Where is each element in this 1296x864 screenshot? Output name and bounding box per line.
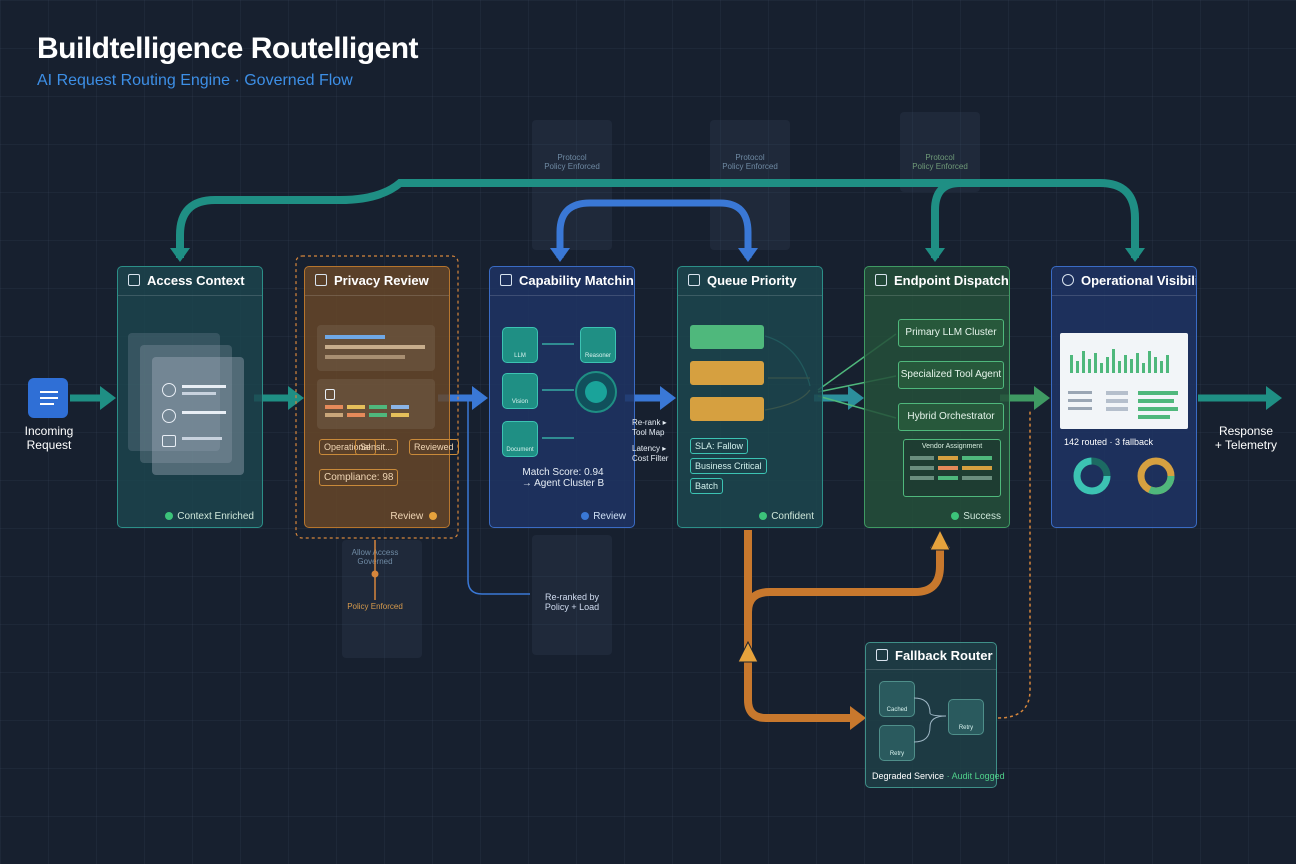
operational-visibility-header: Operational Visibility	[1052, 267, 1196, 296]
privacy-chip-reviewed[interactable]: Reviewed	[409, 439, 459, 455]
server-icon	[875, 274, 887, 286]
privacy-chip-sensitive[interactable]: Sensit...	[355, 439, 398, 455]
match-score: Match Score: 0.94 → Agent Cluster B	[521, 467, 605, 489]
queue-priority-panel[interactable]: Queue Priority SLA: Fallow Business Crit…	[677, 266, 823, 528]
queue-bar-standard	[690, 361, 764, 385]
code-icon	[162, 435, 176, 447]
destination-specialized-tool[interactable]: Specialized Tool Agent	[898, 361, 1004, 389]
checklist-icon	[315, 274, 327, 286]
list-icon	[688, 274, 700, 286]
endpoint-dispatch-panel[interactable]: Endpoint Dispatch Vendor Assignment Succ…	[864, 266, 1010, 528]
access-context-panel[interactable]: Access Context Context Enriched	[117, 266, 263, 528]
vendor-assignment-table: Vendor Assignment	[903, 439, 1001, 497]
queue-bar-critical	[690, 325, 764, 349]
queue-chip-batch[interactable]: Batch	[690, 478, 724, 494]
fallback-router-panel[interactable]: Fallback Router Cached Retry Retry Degra…	[865, 642, 1005, 788]
response-telemetry-label: Response + Telemetry	[1214, 424, 1278, 452]
privacy-review-status: Review	[390, 511, 441, 522]
access-context-header: Access Context	[118, 267, 262, 296]
queue-side-labels: Re-rank ▸ Tool Map Latency ▸ Cost Filter	[632, 418, 669, 463]
queue-priority-status: Confident	[759, 511, 814, 522]
access-context-status: Context Enriched	[165, 511, 254, 522]
incoming-request-icon	[28, 378, 68, 418]
privacy-review-header: Privacy Review	[305, 267, 449, 296]
context-card-front	[152, 357, 244, 475]
capability-matching-status: Review	[581, 511, 626, 522]
document-icon	[128, 274, 140, 286]
privacy-compliance-score: Compliance: 98	[319, 469, 399, 486]
queue-bar-batch	[690, 397, 764, 421]
arrow-access-in	[170, 248, 190, 262]
queue-chip-business-critical[interactable]: Business Critical	[690, 458, 767, 474]
queue-chip-sla[interactable]: SLA: Fallow	[690, 438, 749, 454]
queue-priority-header: Queue Priority	[678, 267, 822, 296]
fallback-footer: Degraded Service · Audit Logged	[872, 771, 1005, 781]
shield-icon	[325, 389, 335, 400]
privacy-review-panel[interactable]: Privacy Review Operational Sensit... Rev…	[304, 266, 459, 528]
ops-dashboard-thumbnail	[1060, 333, 1188, 429]
clock-icon	[162, 383, 176, 397]
destination-primary-llm[interactable]: Primary LLM Cluster	[898, 319, 1004, 347]
capability-matching-panel[interactable]: Capability Matching LLM Vision Document …	[489, 266, 635, 528]
ops-stats: 142 routed · 3 fallback	[1064, 437, 1154, 447]
endpoint-dispatch-header: Endpoint Dispatch	[865, 267, 1009, 296]
user-icon	[162, 409, 176, 423]
endpoint-dispatch-status: Success	[951, 511, 1001, 522]
destination-hybrid-orchestrator[interactable]: Hybrid Orchestrator	[898, 403, 1004, 431]
privacy-summary-card	[317, 325, 435, 371]
incoming-request-label: Incoming Request	[24, 424, 74, 452]
eye-icon	[1062, 274, 1074, 286]
operational-visibility-panel[interactable]: Operational Visibility 142 routed · 3 fa…	[1051, 266, 1197, 528]
privacy-matrix-card	[317, 379, 435, 429]
